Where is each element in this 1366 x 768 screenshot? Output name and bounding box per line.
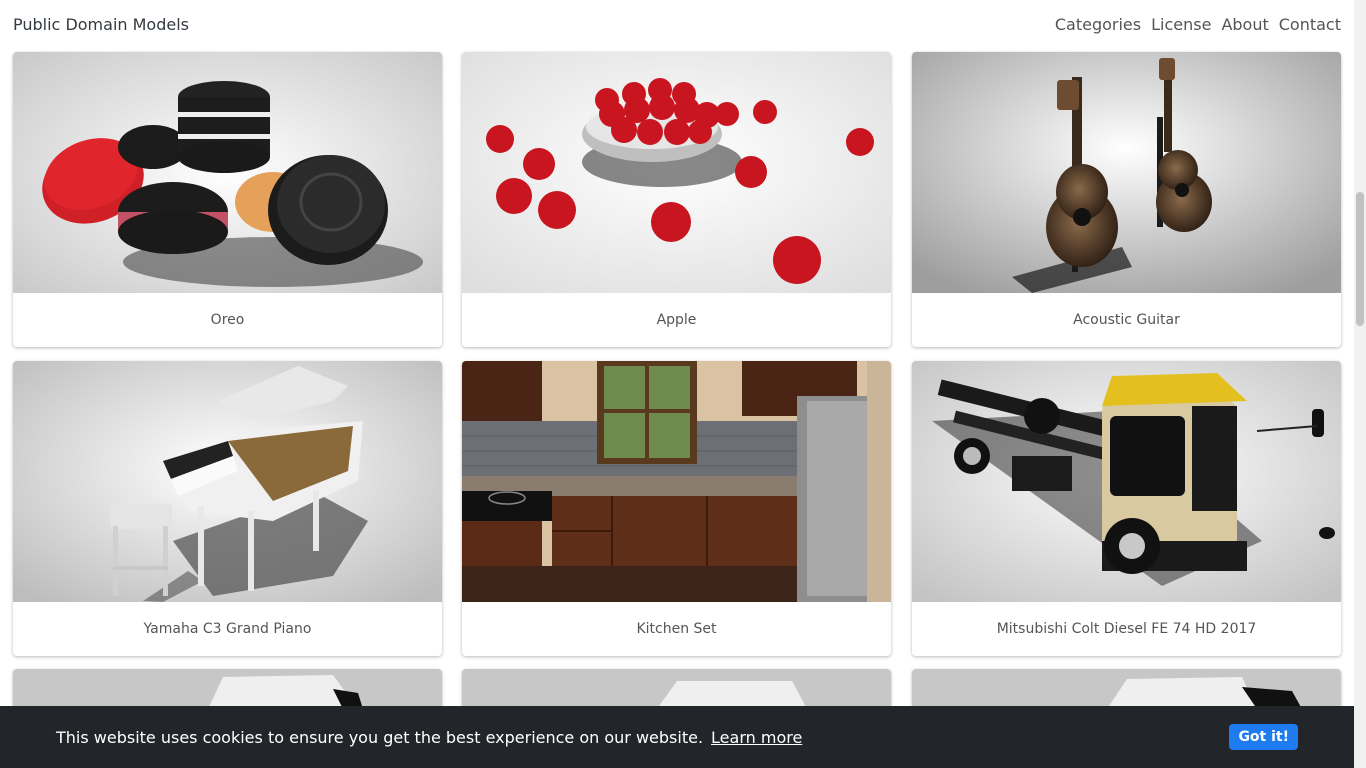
model-card[interactable] (462, 669, 891, 709)
model-title[interactable]: Oreo (13, 293, 442, 347)
model-title[interactable]: Kitchen Set (462, 602, 891, 656)
acoustic-guitar-thumbnail[interactable] (912, 52, 1341, 293)
cookie-consent-banner: This website uses cookies to ensure you … (0, 706, 1354, 768)
learn-more-link[interactable]: Learn more (711, 728, 802, 747)
scrollbar-thumb[interactable] (1356, 192, 1364, 326)
oreo-thumbnail[interactable] (13, 52, 442, 293)
model-card[interactable] (912, 669, 1341, 709)
model-thumbnail[interactable] (13, 669, 442, 709)
page-scrollbar[interactable] (1354, 0, 1366, 768)
model-grid: Oreo Apple Acoustic Guitar Yamaha C3 Gra… (0, 0, 1354, 768)
model-thumbnail[interactable] (912, 669, 1341, 709)
model-card-mitsubishi-truck[interactable]: Mitsubishi Colt Diesel FE 74 HD 2017 (912, 361, 1341, 656)
model-title[interactable]: Yamaha C3 Grand Piano (13, 602, 442, 656)
mitsubishi-truck-thumbnail[interactable] (912, 361, 1341, 602)
model-card-oreo[interactable]: Oreo (13, 52, 442, 347)
model-thumbnail[interactable] (462, 669, 891, 709)
model-card-kitchen-set[interactable]: Kitchen Set (462, 361, 891, 656)
kitchen-set-thumbnail[interactable] (462, 361, 891, 602)
model-card-acoustic-guitar[interactable]: Acoustic Guitar (912, 52, 1341, 347)
model-title[interactable]: Apple (462, 293, 891, 347)
model-card-grand-piano[interactable]: Yamaha C3 Grand Piano (13, 361, 442, 656)
model-card-apple[interactable]: Apple (462, 52, 891, 347)
cookie-message-text: This website uses cookies to ensure you … (56, 727, 704, 747)
model-title[interactable]: Acoustic Guitar (912, 293, 1341, 347)
grand-piano-thumbnail[interactable] (13, 361, 442, 602)
model-title[interactable]: Mitsubishi Colt Diesel FE 74 HD 2017 (912, 602, 1341, 656)
model-card[interactable] (13, 669, 442, 709)
got-it-button[interactable]: Got it! (1229, 724, 1298, 750)
apple-thumbnail[interactable] (462, 52, 891, 293)
cookie-message: This website uses cookies to ensure you … (56, 728, 802, 747)
